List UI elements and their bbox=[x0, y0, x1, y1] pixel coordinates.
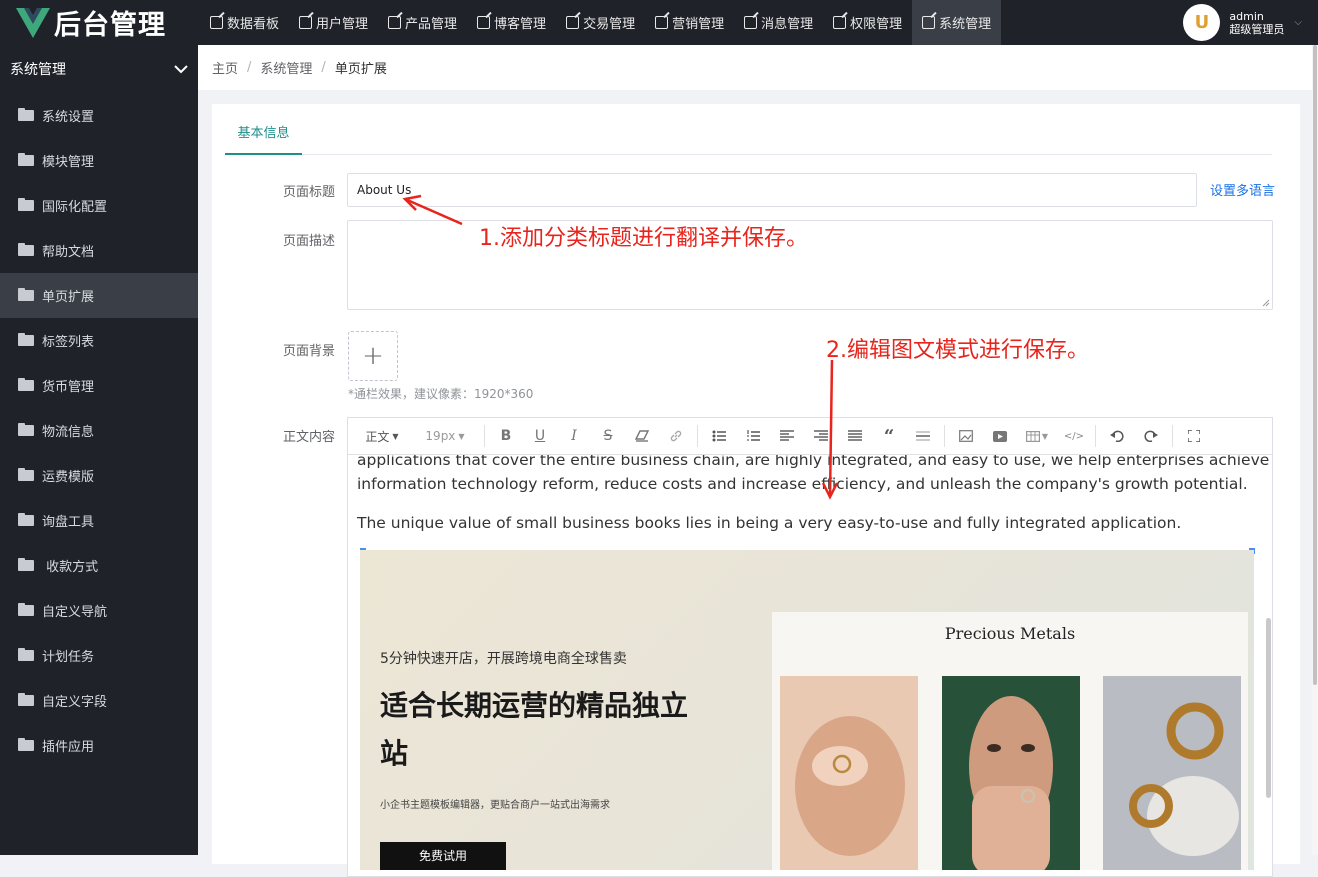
annotation-arrows bbox=[402, 194, 839, 500]
arrow-icon bbox=[402, 194, 839, 500]
